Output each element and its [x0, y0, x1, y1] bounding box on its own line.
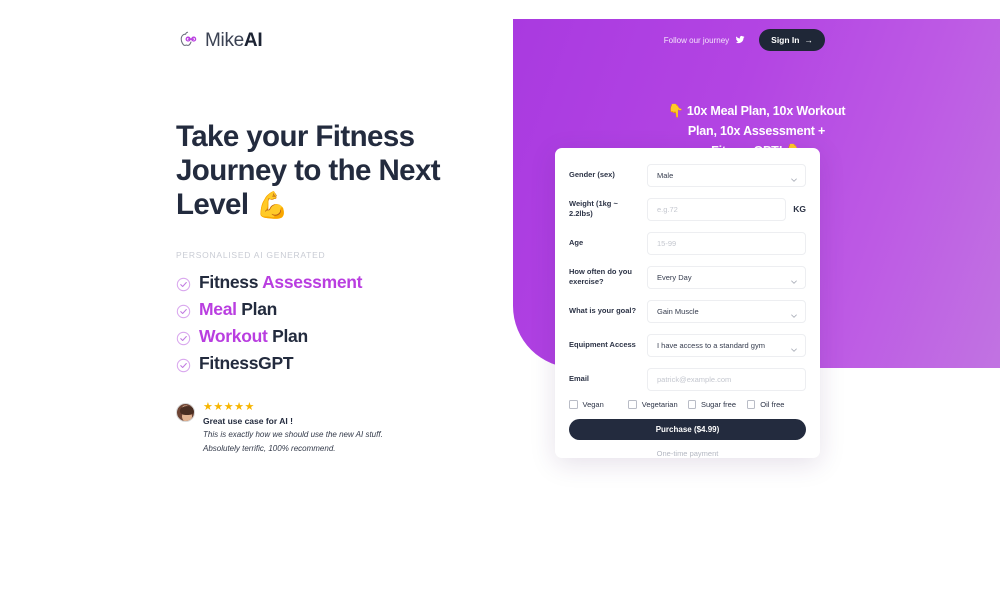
follow-link[interactable]: Follow our journey [664, 35, 745, 45]
pointing-down-icon-left: 👇 [667, 103, 684, 118]
gender-select[interactable]: Male [647, 163, 806, 187]
feature-text-accent: Workout [199, 326, 268, 346]
age-input[interactable] [647, 231, 806, 255]
exercise-frequency-select[interactable]: Every Day [647, 265, 806, 289]
landing-page: MikeAI Take your Fitness Journey to the … [0, 0, 1000, 600]
checkbox-item-vegan[interactable]: Vegan [569, 400, 628, 409]
feature-item-workout-plan: Workout Plan [176, 325, 496, 348]
star-rating: ★★★★★ [203, 401, 255, 413]
chevron-down-icon [790, 273, 798, 284]
testimonial-line-1: This is exactly how we should use the ne… [203, 430, 383, 439]
headline-line-2: Journey to the Next [176, 154, 441, 187]
signup-form-card: Gender (sex) Male Weight (1kg ~ 2.2lbs) … [555, 148, 820, 458]
brand-logo[interactable]: MikeAI [176, 28, 496, 54]
purchase-button[interactable]: Purchase ($4.99) [569, 419, 806, 440]
brand-name-bold: AI [243, 30, 263, 51]
field-label-equipment-access: Equipment Access [569, 340, 636, 349]
feature-text-plain: Plan [236, 299, 278, 319]
checkbox-box-vegetarian[interactable] [628, 400, 637, 409]
apple-dumbbell-icon [176, 30, 198, 52]
weight-input[interactable] [647, 197, 787, 221]
equipment-access-value: I have access to a standard gym [657, 340, 765, 350]
chevron-down-icon [790, 171, 798, 182]
field-label-exercise-frequency: How often do you exercise? [569, 267, 632, 286]
feature-text-accent: Meal [199, 299, 237, 319]
field-label-age: Age [569, 238, 584, 247]
checkbox-box-vegan[interactable] [569, 400, 578, 409]
check-circle-icon [176, 329, 191, 346]
arrow-right-icon: → [804, 35, 814, 45]
gender-select-value: Male [657, 170, 674, 180]
feature-item-fitnessgpt: FitnessGPT [176, 352, 496, 375]
feature-text-accent: Assessment [262, 272, 363, 292]
equipment-access-select[interactable]: I have access to a standard gym [647, 333, 806, 357]
flexed-biceps-icon: 💪 [256, 190, 288, 220]
field-label-email: Email [569, 374, 590, 383]
checkbox-item-vegetarian[interactable]: Vegetarian [628, 400, 687, 409]
kicker-label: PERSONALISED AI GENERATED [176, 250, 326, 260]
email-field[interactable] [647, 367, 806, 391]
checkbox-label-vegetarian: Vegetarian [641, 400, 678, 409]
exercise-frequency-value: Every Day [657, 272, 692, 282]
field-label-goal: What is your goal? [569, 306, 637, 315]
field-row-goal: What is your goal? Gain Muscle [569, 298, 806, 324]
testimonial-title: Great use case for AI ! [203, 416, 293, 426]
follow-label: Follow our journey [663, 35, 730, 45]
feature-list: Fitness Assessment Meal Plan Workout Pla… [176, 271, 496, 375]
feature-text-plain: FitnessGPT [199, 353, 294, 373]
field-row-gender: Gender (sex) Male [569, 162, 806, 188]
checkbox-box-oil-free[interactable] [746, 400, 756, 409]
feature-item-meal-plan: Meal Plan [176, 298, 496, 321]
sign-in-label: Sign In [771, 35, 800, 45]
feature-text-plain: Plan [267, 326, 308, 346]
chevron-down-icon [790, 341, 798, 352]
checkbox-box-sugar-free[interactable] [687, 400, 696, 409]
checkbox-item-sugar-free[interactable]: Sugar free [687, 400, 747, 409]
check-circle-icon [176, 275, 191, 292]
feature-text-plain: Fitness [199, 272, 263, 292]
sign-in-button[interactable]: Sign In → [759, 29, 825, 51]
brand-name-light: Mike [205, 30, 244, 51]
twitter-bird-icon [735, 35, 745, 45]
field-row-age: Age [569, 230, 806, 256]
feature-item-fitness-assessment: Fitness Assessment [176, 271, 496, 294]
checkbox-label-oil-free: Oil free [760, 400, 785, 409]
field-row-email: Email [569, 366, 806, 392]
brand-name: MikeAI [205, 30, 263, 52]
chevron-down-icon [790, 307, 798, 318]
headline-line-3: Level [176, 188, 249, 221]
check-circle-icon [176, 302, 191, 319]
field-row-equipment-access: Equipment Access I have access to a stan… [569, 332, 806, 358]
field-row-weight: Weight (1kg ~ 2.2lbs) KG [569, 196, 806, 222]
left-column: MikeAI Take your Fitness Journey to the … [176, 28, 496, 454]
page-title: Take your Fitness Journey to the Next Le… [176, 120, 466, 222]
avatar [176, 403, 195, 422]
headline-line-1: Take your Fitness [176, 120, 415, 153]
checkbox-label-sugar-free: Sugar free [701, 400, 737, 409]
checkbox-item-oil-free[interactable]: Oil free [746, 400, 806, 409]
field-row-exercise-frequency: How often do you exercise? Every Day [569, 264, 806, 290]
panel-header: Follow our journey Sign In → [513, 19, 1000, 61]
diet-preferences: Vegan Vegetarian Sugar free Oil free [569, 400, 806, 409]
field-label-gender: Gender (sex) [569, 170, 615, 179]
testimonial: ★★★★★ Great use case for AI ! This is ex… [176, 401, 496, 454]
field-label-weight: Weight (1kg ~ 2.2lbs) [569, 199, 618, 218]
check-circle-icon [176, 356, 191, 373]
goal-select[interactable]: Gain Muscle [647, 299, 806, 323]
goal-select-value: Gain Muscle [657, 306, 699, 316]
weight-unit-label: KG [793, 204, 806, 214]
payment-note: One-time payment [656, 449, 719, 458]
testimonial-line-2: Absolutely terrific, 100% recommend. [203, 443, 336, 453]
checkbox-label-vegan: Vegan [582, 400, 604, 409]
